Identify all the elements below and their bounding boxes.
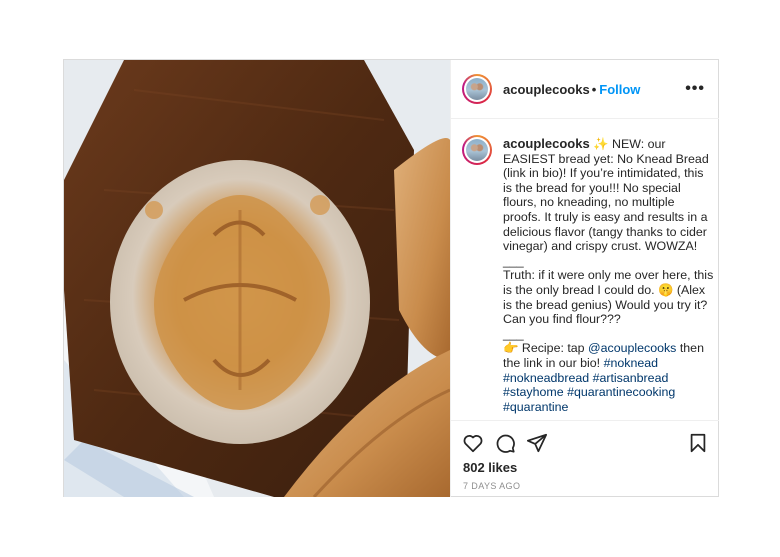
pointing-emoji: 👉 [503,341,519,356]
hashtag-link[interactable]: #artisanbread [593,371,669,385]
follow-button[interactable]: Follow [599,82,640,97]
comment-icon[interactable] [494,432,516,454]
caption-paragraph-3: 👉 Recipe: tap @acouplecooks then the lin… [503,341,715,414]
hashtag-link[interactable]: #quarantine [503,400,568,414]
share-icon[interactable] [526,432,548,454]
caption-text-3a: Recipe: tap [521,341,585,356]
header-separator: • [591,82,597,97]
bookmark-icon[interactable] [687,432,709,454]
caption-text-1: NEW: our EASIEST bread yet: No Knead Bre… [503,137,709,254]
author-avatar[interactable] [462,74,492,104]
hashtag-link[interactable]: #quarantinecooking [567,385,675,399]
avatar-photo [466,78,488,100]
author-username[interactable]: acouplecooks [503,82,590,97]
instagram-post-card: acouplecooks • Follow ••• acouplecooks ✨ N… [63,59,719,497]
post-caption: acouplecooks ✨ NEW: our EASIEST bread ye… [503,136,715,414]
avatar-photo [466,139,488,161]
post-actions: 802 likes 7 DAYS AGO [451,420,719,498]
mention-link[interactable]: @acouplecooks [588,341,676,355]
caption-rule-2: ___ [503,326,524,341]
post-timestamp[interactable]: 7 DAYS AGO [463,481,520,491]
hashtag-link[interactable]: #noknead [604,356,658,370]
post-header: acouplecooks • Follow ••• [451,60,719,119]
caption-username[interactable]: acouplecooks [503,136,590,151]
caption-paragraph-2: Truth: if it were only me over here, thi… [503,268,715,326]
caption-paragraph-1: acouplecooks ✨ NEW: our EASIEST bread ye… [503,136,715,254]
more-options-icon[interactable]: ••• [685,80,705,98]
sparkle-emoji: ✨ [593,137,609,151]
likes-count[interactable]: 802 likes [463,460,517,475]
caption-avatar[interactable] [462,135,492,165]
post-side-panel: acouplecooks • Follow ••• acouplecooks ✨ N… [450,60,719,497]
post-photo-bread[interactable] [64,60,450,497]
header-line: acouplecooks • Follow [503,82,640,97]
bread-photo-illustration [64,60,450,497]
caption-rule-1: ___ [503,253,524,268]
hashtag-link[interactable]: #nokneadbread [503,371,589,385]
shush-emoji: 🤫 [658,282,674,297]
heart-icon[interactable] [462,432,484,454]
hashtag-link[interactable]: #stayhome [503,385,564,399]
